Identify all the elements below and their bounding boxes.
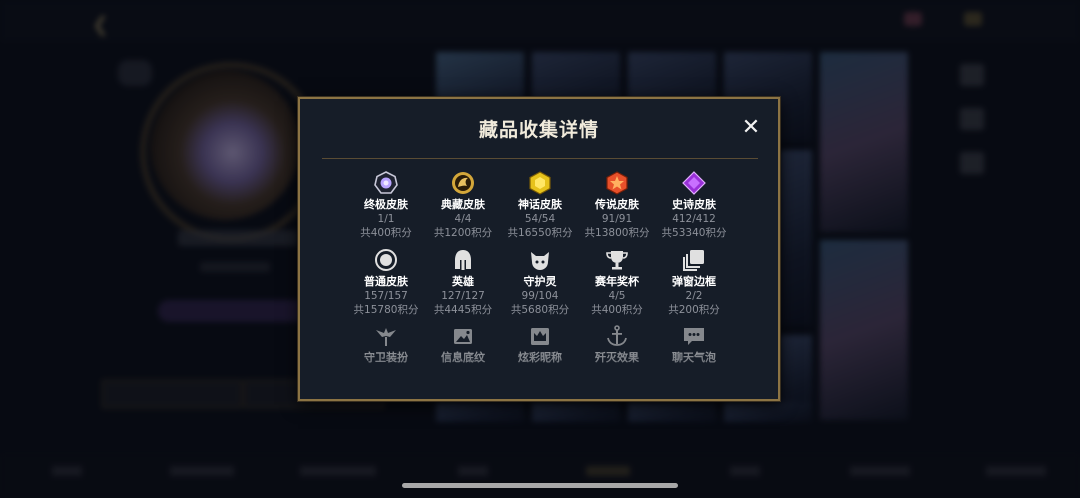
- info-pattern-icon: [454, 329, 472, 344]
- item-points: 共53340积分: [661, 227, 727, 239]
- item-count: 1/1: [377, 213, 395, 225]
- mythic-skin-icon: [529, 171, 551, 195]
- item-name: 守护灵: [523, 275, 557, 288]
- item-count: 127/127: [441, 290, 485, 302]
- guardian-pet-icon: [531, 252, 549, 270]
- collection-item-chat-bubble[interactable]: 聊天气泡: [655, 324, 733, 365]
- item-name: 传说皮肤: [595, 198, 639, 211]
- chat-bubble-icon: [684, 328, 704, 345]
- item-name: 史诗皮肤: [672, 198, 716, 211]
- item-name: 守卫装扮: [364, 351, 408, 364]
- item-name: 弹窗边框: [672, 275, 716, 288]
- ultimate-skin-icon: [374, 171, 398, 194]
- item-points: 共15780积分: [353, 304, 419, 316]
- item-points: 共16550积分: [507, 227, 573, 239]
- item-count: 412/412: [672, 213, 716, 225]
- item-name: 炫彩昵称: [518, 351, 562, 364]
- item-count: 2/2: [685, 290, 703, 302]
- item-points: 共5680积分: [510, 304, 570, 316]
- item-count: 157/157: [364, 290, 408, 302]
- item-points: 共1200积分: [433, 227, 493, 239]
- collection-item-legendary-skin[interactable]: 传说皮肤 91/91 共13800积分: [578, 171, 656, 240]
- item-name: 信息底纹: [441, 351, 485, 364]
- collection-item-popup-frame[interactable]: 弹窗边框 2/2 共200积分: [655, 248, 733, 317]
- item-count: 99/104: [521, 290, 559, 302]
- item-name: 歼灭效果: [595, 351, 639, 364]
- item-points: 共200积分: [668, 304, 720, 316]
- normal-skin-icon: [375, 249, 397, 271]
- popup-frame-icon: [683, 250, 704, 271]
- item-count: 4/4: [454, 213, 472, 225]
- classic-skin-icon: [452, 172, 474, 194]
- close-button[interactable]: ✕: [740, 117, 762, 139]
- home-indicator[interactable]: [402, 483, 678, 488]
- item-name: 终极皮肤: [364, 198, 408, 211]
- collection-item-classic-skin[interactable]: 典藏皮肤 4/4 共1200积分: [424, 171, 502, 240]
- item-points: 共4445积分: [433, 304, 493, 316]
- collection-details-modal: 藏品收集详情 ✕ 终极皮肤 1/1 共400积分 典藏皮肤 4/4 共1200积…: [298, 97, 780, 401]
- item-name: 普通皮肤: [364, 275, 408, 288]
- collection-item-epic-skin[interactable]: 史诗皮肤 412/412 共53340积分: [655, 171, 733, 240]
- collection-item-mythic-skin[interactable]: 神话皮肤 54/54 共16550积分: [501, 171, 579, 240]
- item-count: 54/54: [524, 213, 556, 225]
- item-name: 典藏皮肤: [441, 198, 485, 211]
- trophy-icon: [606, 251, 628, 270]
- item-count: 91/91: [601, 213, 633, 225]
- anchor-icon: [607, 325, 627, 346]
- champion-helmet-icon: [455, 250, 471, 270]
- item-name: 神话皮肤: [518, 198, 562, 211]
- collection-item-ultimate-skin[interactable]: 终极皮肤 1/1 共400积分: [347, 171, 425, 240]
- collection-item-colorful-name[interactable]: 炫彩昵称: [501, 324, 579, 365]
- collection-item-info-pattern[interactable]: 信息底纹: [424, 324, 502, 365]
- collection-item-trophy[interactable]: 赛年奖杯 4/5 共400积分: [578, 248, 656, 317]
- epic-skin-icon: [682, 171, 706, 195]
- collection-item-normal-skin[interactable]: 普通皮肤 157/157 共15780积分: [347, 248, 425, 317]
- item-points: 共13800积分: [584, 227, 650, 239]
- item-name: 英雄: [452, 275, 474, 288]
- collection-item-ward[interactable]: 守卫装扮: [347, 324, 425, 365]
- item-count: 4/5: [608, 290, 626, 302]
- collection-item-guardian[interactable]: 守护灵 99/104 共5680积分: [501, 248, 579, 317]
- title-divider: [322, 158, 758, 159]
- item-points: 共400积分: [591, 304, 643, 316]
- collection-item-champion[interactable]: 英雄 127/127 共4445积分: [424, 248, 502, 317]
- modal-title: 藏品收集详情: [478, 119, 599, 141]
- collection-item-kill-effect[interactable]: 歼灭效果: [578, 324, 656, 365]
- item-name: 聊天气泡: [672, 351, 716, 364]
- legendary-skin-icon: [606, 171, 628, 195]
- item-name: 赛年奖杯: [595, 275, 639, 288]
- item-points: 共400积分: [360, 227, 412, 239]
- title-crown-icon: [531, 328, 549, 345]
- ward-icon: [376, 328, 396, 346]
